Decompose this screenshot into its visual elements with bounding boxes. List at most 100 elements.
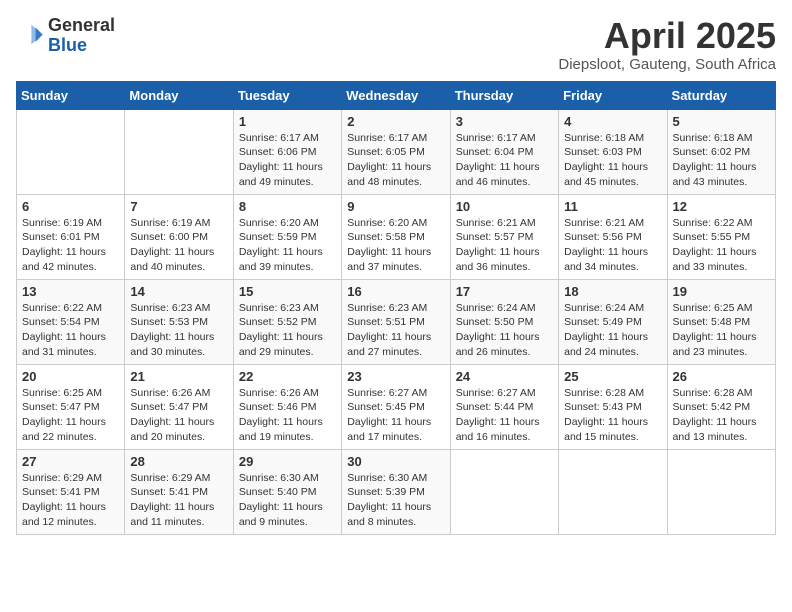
weekday-header: Sunday	[17, 81, 125, 109]
calendar-cell: 7 Sunrise: 6:19 AMSunset: 6:00 PMDaylight…	[125, 194, 233, 279]
weekday-header: Saturday	[667, 81, 775, 109]
day-info: Sunrise: 6:29 AMSunset: 5:41 PMDaylight:…	[22, 471, 119, 530]
day-info: Sunrise: 6:18 AMSunset: 6:03 PMDaylight:…	[564, 131, 661, 190]
day-number: 10	[456, 199, 553, 214]
day-info: Sunrise: 6:22 AMSunset: 5:54 PMDaylight:…	[22, 301, 119, 360]
calendar-cell: 25 Sunrise: 6:28 AMSunset: 5:43 PMDayligh…	[559, 364, 667, 449]
calendar-cell: 3 Sunrise: 6:17 AMSunset: 6:04 PMDaylight…	[450, 109, 558, 194]
day-info: Sunrise: 6:22 AMSunset: 5:55 PMDaylight:…	[673, 216, 770, 275]
calendar-cell: 11 Sunrise: 6:21 AMSunset: 5:56 PMDayligh…	[559, 194, 667, 279]
day-number: 21	[130, 369, 227, 384]
calendar-cell: 28Sunrise: 6:29 AMSunset: 5:41 PMDayligh…	[125, 449, 233, 534]
day-info: Sunrise: 6:28 AMSunset: 5:43 PMDaylight:…	[564, 386, 661, 445]
month-title: April 2025	[558, 16, 776, 56]
calendar-cell: 10 Sunrise: 6:21 AMSunset: 5:57 PMDayligh…	[450, 194, 558, 279]
calendar-cell: 5Sunrise: 6:18 AMSunset: 6:02 PMDaylight…	[667, 109, 775, 194]
calendar-cell: 12Sunrise: 6:22 AMSunset: 5:55 PMDayligh…	[667, 194, 775, 279]
day-info: Sunrise: 6:29 AMSunset: 5:41 PMDaylight:…	[130, 471, 227, 530]
day-info: Sunrise: 6:28 AMSunset: 5:42 PMDaylight:…	[673, 386, 770, 445]
title-block: April 2025 Diepsloot, Gauteng, South Afr…	[558, 16, 776, 73]
logo-text: General Blue	[48, 16, 115, 56]
day-number: 25	[564, 369, 661, 384]
calendar-table: SundayMondayTuesdayWednesdayThursdayFrid…	[16, 81, 776, 535]
day-info: Sunrise: 6:18 AMSunset: 6:02 PMDaylight:…	[673, 131, 770, 190]
day-info: Sunrise: 6:23 AMSunset: 5:52 PMDaylight:…	[239, 301, 336, 360]
day-number: 24	[456, 369, 553, 384]
calendar-cell: 2Sunrise: 6:17 AMSunset: 6:05 PMDaylight…	[342, 109, 450, 194]
calendar-cell	[559, 449, 667, 534]
day-number: 23	[347, 369, 444, 384]
day-info: Sunrise: 6:26 AMSunset: 5:47 PMDaylight:…	[130, 386, 227, 445]
day-info: Sunrise: 6:27 AMSunset: 5:45 PMDaylight:…	[347, 386, 444, 445]
calendar-cell: 23 Sunrise: 6:27 AMSunset: 5:45 PMDayligh…	[342, 364, 450, 449]
calendar-cell: 14Sunrise: 6:23 AMSunset: 5:53 PMDayligh…	[125, 279, 233, 364]
calendar-week-row: 20Sunrise: 6:25 AMSunset: 5:47 PMDayligh…	[17, 364, 776, 449]
day-number: 20	[22, 369, 119, 384]
weekday-header: Wednesday	[342, 81, 450, 109]
calendar-cell: 20Sunrise: 6:25 AMSunset: 5:47 PMDayligh…	[17, 364, 125, 449]
day-number: 2	[347, 114, 444, 129]
day-number: 27	[22, 454, 119, 469]
calendar-cell: 22 Sunrise: 6:26 AMSunset: 5:46 PMDayligh…	[233, 364, 341, 449]
day-number: 4	[564, 114, 661, 129]
calendar-cell: 18Sunrise: 6:24 AMSunset: 5:49 PMDayligh…	[559, 279, 667, 364]
day-info: Sunrise: 6:26 AMSunset: 5:46 PMDaylight:…	[239, 386, 336, 445]
calendar-cell: 27 Sunrise: 6:29 AMSunset: 5:41 PMDayligh…	[17, 449, 125, 534]
day-info: Sunrise: 6:20 AMSunset: 5:59 PMDaylight:…	[239, 216, 336, 275]
day-number: 3	[456, 114, 553, 129]
calendar-cell: 6Sunrise: 6:19 AMSunset: 6:01 PMDaylight…	[17, 194, 125, 279]
day-info: Sunrise: 6:30 AMSunset: 5:40 PMDaylight:…	[239, 471, 336, 530]
calendar-cell: 1Sunrise: 6:17 AMSunset: 6:06 PMDaylight…	[233, 109, 341, 194]
day-number: 19	[673, 284, 770, 299]
day-number: 7	[130, 199, 227, 214]
day-info: Sunrise: 6:20 AMSunset: 5:58 PMDaylight:…	[347, 216, 444, 275]
calendar-cell	[17, 109, 125, 194]
weekday-header: Tuesday	[233, 81, 341, 109]
calendar-cell: 19 Sunrise: 6:25 AMSunset: 5:48 PMDayligh…	[667, 279, 775, 364]
day-info: Sunrise: 6:21 AMSunset: 5:56 PMDaylight:…	[564, 216, 661, 275]
location: Diepsloot, Gauteng, South Africa	[558, 56, 776, 73]
calendar-cell: 30Sunrise: 6:30 AMSunset: 5:39 PMDayligh…	[342, 449, 450, 534]
day-number: 15	[239, 284, 336, 299]
calendar-week-row: 13 Sunrise: 6:22 AMSunset: 5:54 PMDayligh…	[17, 279, 776, 364]
day-number: 14	[130, 284, 227, 299]
day-info: Sunrise: 6:21 AMSunset: 5:57 PMDaylight:…	[456, 216, 553, 275]
day-number: 18	[564, 284, 661, 299]
day-number: 29	[239, 454, 336, 469]
day-number: 8	[239, 199, 336, 214]
day-info: Sunrise: 6:23 AMSunset: 5:51 PMDaylight:…	[347, 301, 444, 360]
day-info: Sunrise: 6:25 AMSunset: 5:48 PMDaylight:…	[673, 301, 770, 360]
calendar-cell: 17Sunrise: 6:24 AMSunset: 5:50 PMDayligh…	[450, 279, 558, 364]
calendar-cell: 24 Sunrise: 6:27 AMSunset: 5:44 PMDayligh…	[450, 364, 558, 449]
calendar-cell: 9 Sunrise: 6:20 AMSunset: 5:58 PMDaylight…	[342, 194, 450, 279]
calendar-cell	[667, 449, 775, 534]
day-number: 13	[22, 284, 119, 299]
calendar-cell: 21 Sunrise: 6:26 AMSunset: 5:47 PMDayligh…	[125, 364, 233, 449]
day-number: 11	[564, 199, 661, 214]
calendar-week-row: 6Sunrise: 6:19 AMSunset: 6:01 PMDaylight…	[17, 194, 776, 279]
day-info: Sunrise: 6:19 AMSunset: 6:00 PMDaylight:…	[130, 216, 227, 275]
calendar-cell: 29 Sunrise: 6:30 AMSunset: 5:40 PMDayligh…	[233, 449, 341, 534]
calendar-cell: 13 Sunrise: 6:22 AMSunset: 5:54 PMDayligh…	[17, 279, 125, 364]
logo-icon	[16, 22, 44, 50]
calendar-cell: 26 Sunrise: 6:28 AMSunset: 5:42 PMDayligh…	[667, 364, 775, 449]
day-number: 1	[239, 114, 336, 129]
day-info: Sunrise: 6:27 AMSunset: 5:44 PMDaylight:…	[456, 386, 553, 445]
day-number: 9	[347, 199, 444, 214]
day-number: 26	[673, 369, 770, 384]
day-number: 22	[239, 369, 336, 384]
logo-general: General	[48, 15, 115, 35]
calendar-cell: 15 Sunrise: 6:23 AMSunset: 5:52 PMDayligh…	[233, 279, 341, 364]
day-number: 6	[22, 199, 119, 214]
page-header: General Blue April 2025 Diepsloot, Gaute…	[16, 16, 776, 73]
calendar-header: SundayMondayTuesdayWednesdayThursdayFrid…	[17, 81, 776, 109]
day-number: 30	[347, 454, 444, 469]
calendar-cell: 8 Sunrise: 6:20 AMSunset: 5:59 PMDaylight…	[233, 194, 341, 279]
calendar-cell: 4 Sunrise: 6:18 AMSunset: 6:03 PMDaylight…	[559, 109, 667, 194]
header-row: SundayMondayTuesdayWednesdayThursdayFrid…	[17, 81, 776, 109]
calendar-week-row: 27 Sunrise: 6:29 AMSunset: 5:41 PMDayligh…	[17, 449, 776, 534]
calendar-cell: 16Sunrise: 6:23 AMSunset: 5:51 PMDayligh…	[342, 279, 450, 364]
day-info: Sunrise: 6:17 AMSunset: 6:04 PMDaylight:…	[456, 131, 553, 190]
day-number: 17	[456, 284, 553, 299]
weekday-header: Monday	[125, 81, 233, 109]
